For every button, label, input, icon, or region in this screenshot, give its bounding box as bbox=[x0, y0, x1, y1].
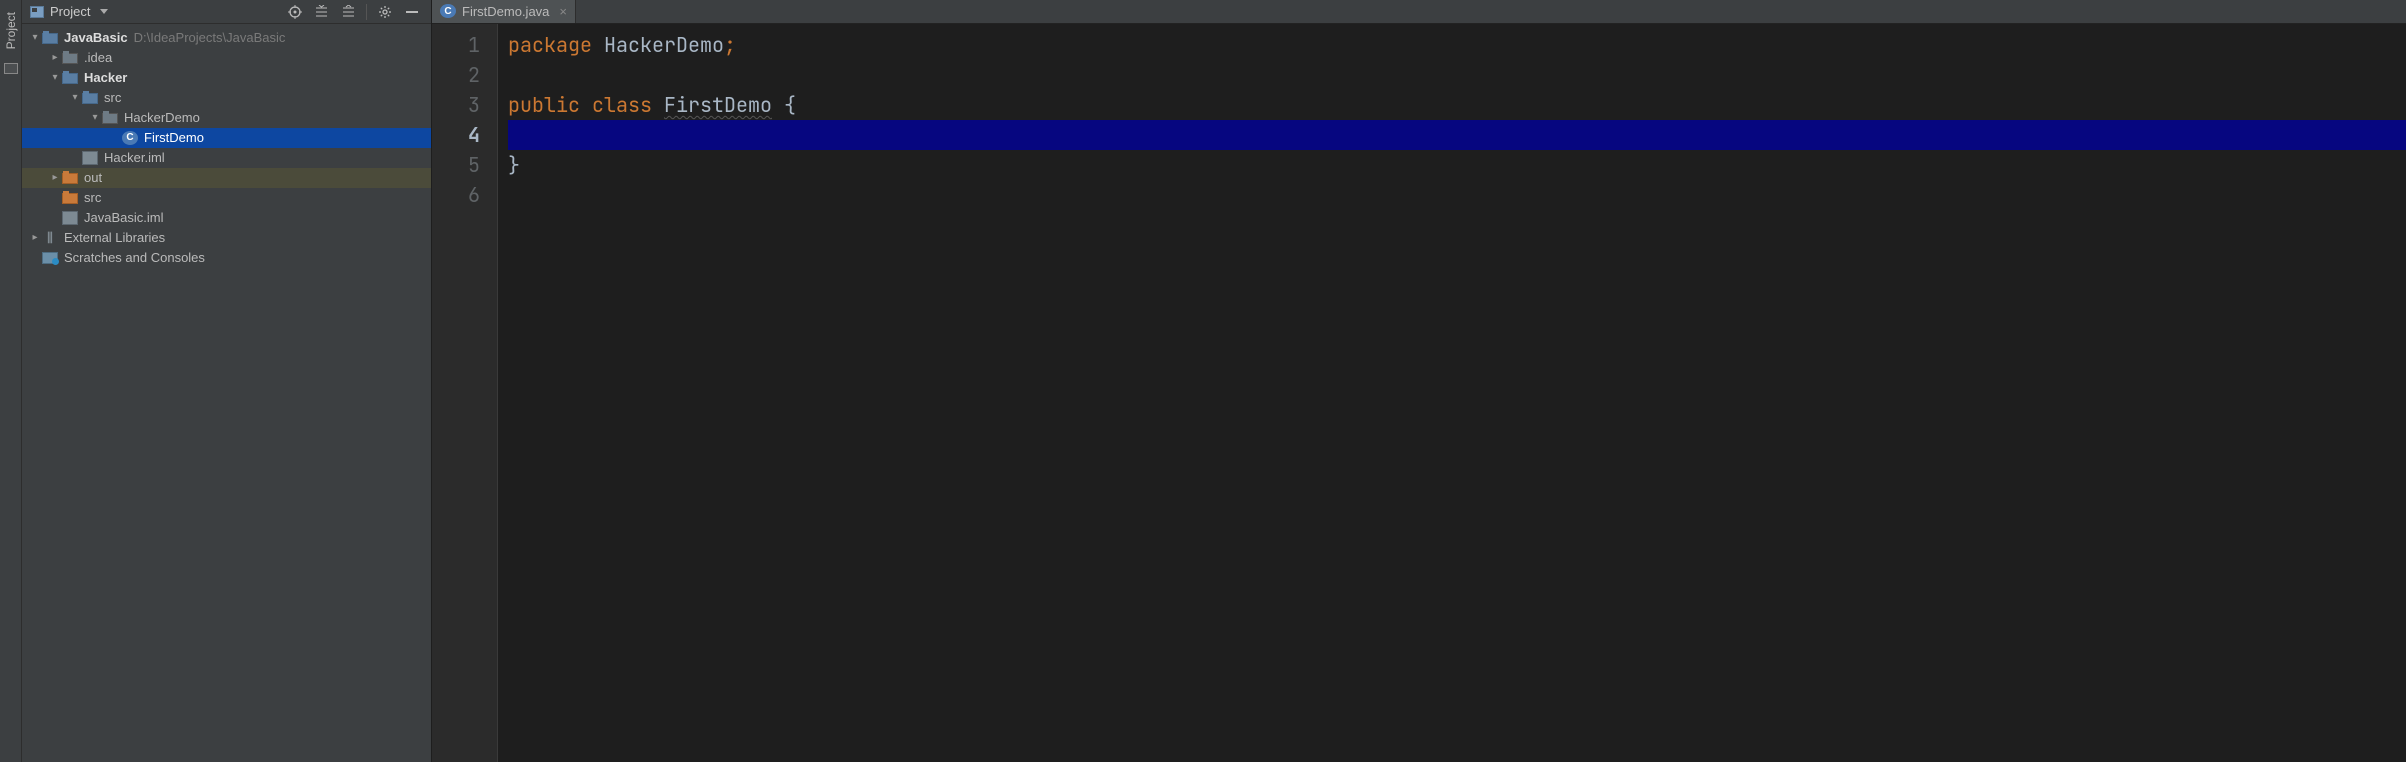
chevron-right-icon[interactable]: ▸ bbox=[50, 168, 60, 188]
chevron-down-icon[interactable]: ▾ bbox=[90, 108, 100, 128]
code-body[interactable]: package HackerDemo; public class FirstDe… bbox=[498, 24, 2406, 762]
tree-label: External Libraries bbox=[64, 228, 165, 248]
tree-scratches[interactable]: ▸ Scratches and Consoles bbox=[22, 248, 431, 268]
folder-icon bbox=[62, 193, 78, 204]
project-tool-tab[interactable]: Project bbox=[2, 6, 20, 55]
code-line-3[interactable]: public class FirstDemo { bbox=[508, 90, 2406, 120]
collapse-all-icon[interactable] bbox=[341, 4, 356, 19]
module-icon bbox=[42, 33, 58, 44]
chevron-right-icon[interactable]: ▸ bbox=[50, 48, 60, 68]
tree-label: JavaBasic.iml bbox=[84, 208, 163, 228]
scratches-icon bbox=[42, 252, 58, 264]
package-icon bbox=[102, 113, 118, 124]
chevron-down-icon[interactable]: ▾ bbox=[30, 28, 40, 48]
tree-path: D:\IdeaProjects\JavaBasic bbox=[134, 28, 286, 48]
excluded-folder-icon bbox=[62, 173, 78, 184]
hide-icon[interactable] bbox=[404, 4, 419, 19]
tree-label: src bbox=[104, 88, 121, 108]
code-line-2[interactable] bbox=[508, 60, 2406, 90]
tree-src2[interactable]: ▸ src bbox=[22, 188, 431, 208]
toolbar-separator bbox=[366, 4, 367, 20]
folder-icon bbox=[62, 53, 78, 64]
editor-tab-firstdemo[interactable]: C FirstDemo.java × bbox=[432, 0, 576, 23]
chevron-down-icon[interactable]: ▾ bbox=[50, 68, 60, 88]
tree-src1[interactable]: ▾ src bbox=[22, 88, 431, 108]
tree-hackerdemo[interactable]: ▾ HackerDemo bbox=[22, 108, 431, 128]
code-line-6[interactable] bbox=[508, 180, 2406, 210]
line-number: 2 bbox=[432, 60, 480, 90]
source-folder-icon bbox=[82, 93, 98, 104]
iml-file-icon bbox=[82, 151, 98, 165]
code-editor[interactable]: 1 2 3 4 5 6 package HackerDemo; public c… bbox=[432, 24, 2406, 762]
tree-root[interactable]: ▾ JavaBasic D:\IdeaProjects\JavaBasic bbox=[22, 28, 431, 48]
tree-label: src bbox=[84, 188, 101, 208]
tree-label: HackerDemo bbox=[124, 108, 200, 128]
project-icon bbox=[30, 6, 44, 18]
gear-icon[interactable] bbox=[377, 4, 392, 19]
code-line-5[interactable]: } bbox=[508, 150, 2406, 180]
tree-out[interactable]: ▸ out bbox=[22, 168, 431, 188]
project-view-dropdown[interactable] bbox=[100, 9, 108, 14]
close-tab-icon[interactable]: × bbox=[559, 4, 567, 19]
tree-label: FirstDemo bbox=[144, 128, 204, 148]
line-number: 5 bbox=[432, 150, 480, 180]
tree-hacker[interactable]: ▾ Hacker bbox=[22, 68, 431, 88]
module-icon bbox=[62, 73, 78, 84]
tree-label: Hacker bbox=[84, 68, 127, 88]
code-line-4-active[interactable] bbox=[508, 120, 2406, 150]
expand-all-icon[interactable] bbox=[314, 4, 329, 19]
tree-label: .idea bbox=[84, 48, 112, 68]
tab-label: FirstDemo.java bbox=[462, 4, 549, 19]
line-gutter: 1 2 3 4 5 6 bbox=[432, 24, 494, 762]
project-header: Project bbox=[22, 0, 431, 24]
line-number: 6 bbox=[432, 180, 480, 210]
tree-label: Hacker.iml bbox=[104, 148, 165, 168]
chevron-down-icon[interactable]: ▾ bbox=[70, 88, 80, 108]
code-line-1[interactable]: package HackerDemo; bbox=[508, 30, 2406, 60]
tree-label: out bbox=[84, 168, 102, 188]
line-number: 3 bbox=[432, 90, 480, 120]
structure-tool-icon[interactable] bbox=[4, 63, 18, 74]
locate-icon[interactable] bbox=[287, 4, 302, 19]
iml-file-icon bbox=[62, 211, 78, 225]
editor-area: C FirstDemo.java × 1 2 3 4 5 6 package H… bbox=[432, 0, 2406, 762]
class-icon: C bbox=[122, 131, 138, 145]
project-tree[interactable]: ▾ JavaBasic D:\IdeaProjects\JavaBasic ▸ … bbox=[22, 24, 431, 762]
tree-external-libraries[interactable]: ▸ ⫼ External Libraries bbox=[22, 228, 431, 248]
line-number: 4 bbox=[432, 120, 480, 150]
tree-label: Scratches and Consoles bbox=[64, 248, 205, 268]
tree-firstdemo[interactable]: ▸ C FirstDemo bbox=[22, 128, 431, 148]
project-tool-window: Project ▾ JavaBasic D:\IdeaProjects\Java… bbox=[22, 0, 432, 762]
chevron-right-icon[interactable]: ▸ bbox=[30, 228, 40, 248]
editor-tab-bar: C FirstDemo.java × bbox=[432, 0, 2406, 24]
tree-idea[interactable]: ▸ .idea bbox=[22, 48, 431, 68]
tree-label: JavaBasic bbox=[64, 28, 128, 48]
tool-window-bar-left: Project bbox=[0, 0, 22, 762]
class-icon: C bbox=[440, 4, 456, 18]
project-title: Project bbox=[50, 4, 90, 19]
tree-javabasiciml[interactable]: ▸ JavaBasic.iml bbox=[22, 208, 431, 228]
line-number: 1 bbox=[432, 30, 480, 60]
tree-hackeriml[interactable]: ▸ Hacker.iml bbox=[22, 148, 431, 168]
libraries-icon: ⫼ bbox=[42, 231, 58, 245]
